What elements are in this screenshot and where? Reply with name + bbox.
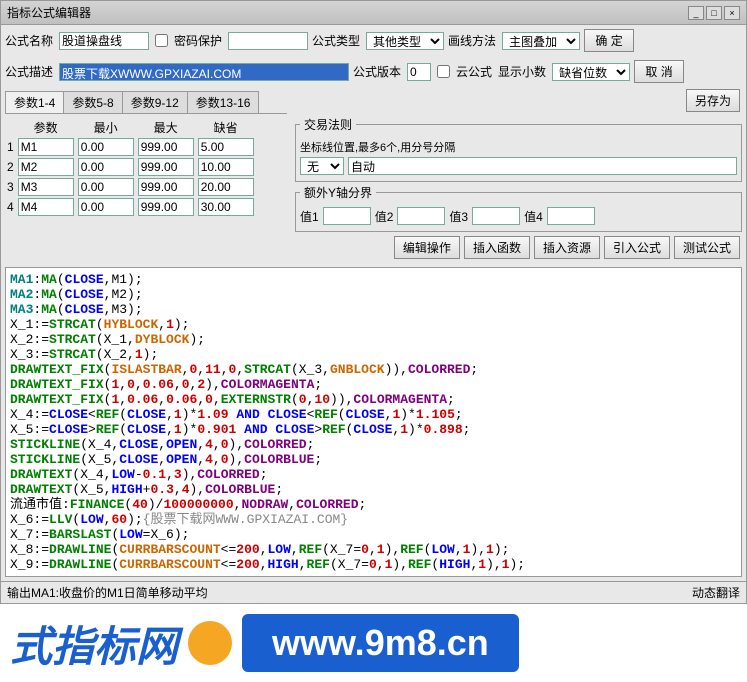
param-def-input[interactable]	[198, 158, 254, 176]
pwd-input[interactable]	[228, 32, 308, 50]
name-label: 公式名称	[5, 32, 53, 49]
ok-button[interactable]: 确 定	[584, 29, 634, 52]
param-row: 4	[5, 197, 256, 217]
y3-label: 值3	[449, 208, 468, 225]
saveas-button[interactable]: 另存为	[686, 89, 740, 112]
param-index: 2	[5, 157, 16, 177]
import-button[interactable]: 引入公式	[604, 236, 670, 259]
param-max-input[interactable]	[138, 178, 194, 196]
param-min-input[interactable]	[78, 158, 134, 176]
cloud-label: 云公式	[456, 63, 492, 80]
param-def-input[interactable]	[198, 198, 254, 216]
ver-input[interactable]	[407, 63, 431, 81]
param-header: 最小	[76, 118, 136, 137]
extra-y-fieldset: 额外Y轴分界 值1 值2 值3 值4	[295, 184, 742, 232]
trade-hint: 坐标线位置,最多6个,用分号分隔	[300, 139, 455, 155]
param-row: 1	[5, 137, 256, 157]
name-input[interactable]	[59, 32, 149, 50]
decimal-select[interactable]: 缺省位数	[552, 63, 630, 81]
cloud-checkbox[interactable]	[437, 65, 450, 78]
drawmethod-label: 画线方法	[448, 32, 496, 49]
param-index: 1	[5, 137, 16, 157]
param-max-input[interactable]	[138, 158, 194, 176]
tab-params-5-8[interactable]: 参数5-8	[63, 91, 122, 113]
code-editor[interactable]: MA1:MA(CLOSE,M1);MA2:MA(CLOSE,M2);MA3:MA…	[5, 267, 742, 577]
footer-url: www.9m8.cn	[242, 614, 519, 672]
close-button[interactable]: ×	[724, 6, 740, 20]
y2-label: 值2	[375, 208, 394, 225]
y1-input[interactable]	[323, 207, 371, 225]
param-table: 参数最小最大缺省 1234	[5, 118, 256, 217]
param-header: 最大	[136, 118, 196, 137]
y4-input[interactable]	[547, 207, 595, 225]
y4-label: 值4	[524, 208, 543, 225]
pwd-label: 密码保护	[174, 32, 222, 49]
footer-cn-text: 式指标网	[10, 613, 178, 674]
tab-params-9-12[interactable]: 参数9-12	[122, 91, 188, 113]
minimize-button[interactable]: _	[688, 6, 704, 20]
decimal-label: 显示小数	[498, 63, 546, 80]
status-right: 动态翻译	[692, 584, 740, 601]
param-max-input[interactable]	[138, 138, 194, 156]
desc-label: 公式描述	[5, 63, 53, 80]
res-button[interactable]: 插入资源	[534, 236, 600, 259]
y3-input[interactable]	[472, 207, 520, 225]
trade-none-select[interactable]: 无	[300, 157, 344, 175]
extra-y-legend: 额外Y轴分界	[304, 186, 372, 200]
titlebar: 指标公式编辑器 _ □ ×	[1, 1, 746, 25]
param-max-input[interactable]	[138, 198, 194, 216]
param-name-input[interactable]	[18, 198, 74, 216]
param-index: 3	[5, 177, 16, 197]
tab-params-1-4[interactable]: 参数1-4	[5, 91, 64, 113]
param-def-input[interactable]	[198, 138, 254, 156]
func-button[interactable]: 插入函数	[464, 236, 530, 259]
param-row: 3	[5, 177, 256, 197]
type-label: 公式类型	[312, 32, 360, 49]
param-index: 4	[5, 197, 16, 217]
y1-label: 值1	[300, 208, 319, 225]
tab-params-13-16[interactable]: 参数13-16	[187, 91, 260, 113]
type-select[interactable]: 其他类型	[366, 32, 444, 50]
desc-input[interactable]: 股票下载XWWW.GPXIAZAI.COM	[59, 63, 349, 81]
param-header: 参数	[16, 118, 76, 137]
footer-logo-icon	[188, 621, 232, 665]
param-min-input[interactable]	[78, 138, 134, 156]
cancel-button[interactable]: 取 消	[634, 60, 684, 83]
window-title: 指标公式编辑器	[7, 4, 91, 21]
trade-fieldset: 交易法则 坐标线位置,最多6个,用分号分隔 无	[295, 116, 742, 182]
param-header: 缺省	[196, 118, 256, 137]
trade-auto-input[interactable]	[348, 157, 737, 175]
param-name-input[interactable]	[18, 178, 74, 196]
param-min-input[interactable]	[78, 178, 134, 196]
param-name-input[interactable]	[18, 158, 74, 176]
footer-banner: 式指标网 www.9m8.cn	[0, 604, 747, 682]
test-button[interactable]: 测试公式	[674, 236, 740, 259]
status-left: 输出MA1:收盘价的M1日简单移动平均	[7, 584, 208, 601]
ver-label: 公式版本	[353, 63, 401, 80]
trade-legend: 交易法则	[304, 118, 352, 132]
maximize-button[interactable]: □	[706, 6, 722, 20]
param-row: 2	[5, 157, 256, 177]
param-name-input[interactable]	[18, 138, 74, 156]
drawmethod-select[interactable]: 主图叠加	[502, 32, 580, 50]
pwd-checkbox[interactable]	[155, 34, 168, 47]
param-def-input[interactable]	[198, 178, 254, 196]
edit-button[interactable]: 编辑操作	[394, 236, 460, 259]
param-min-input[interactable]	[78, 198, 134, 216]
y2-input[interactable]	[397, 207, 445, 225]
param-tabs: 参数1-4 参数5-8 参数9-12 参数13-16	[5, 91, 287, 114]
